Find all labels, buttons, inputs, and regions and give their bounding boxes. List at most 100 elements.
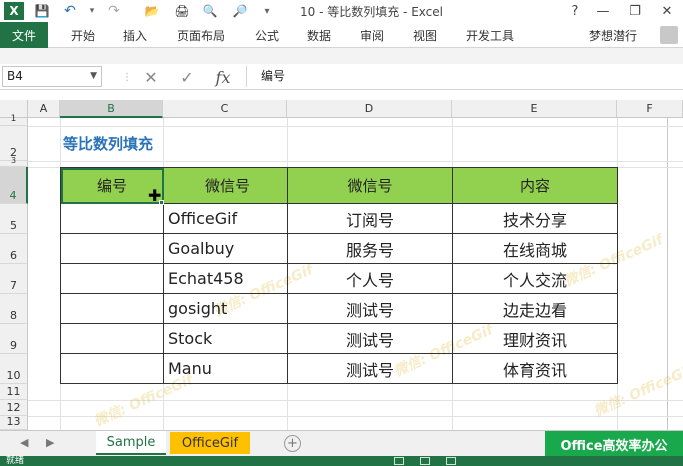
worksheet-grid[interactable]: A B C D E F 1 2 3 4 5 6 7 8 9 10 11 12 1… [0,90,683,430]
table-cell[interactable] [60,203,164,234]
sheet-prev-icon[interactable]: ◀ [20,436,28,449]
gridline [28,161,683,162]
redo-icon[interactable]: ↷ [104,1,124,21]
chevron-down-icon[interactable]: ▼ [90,67,97,86]
restore-button[interactable]: ❐ [620,0,650,22]
window-title: 10 - 等比数列填充 - Excel [300,5,443,19]
table-cell[interactable] [60,233,164,264]
table-header-cell[interactable]: 微信号 [287,167,453,204]
row-header-1[interactable]: 1 [0,114,28,126]
page-layout-view-icon[interactable] [420,457,430,465]
row-header-12[interactable]: 12 [0,400,28,416]
tab-developer[interactable]: 开发工具 [466,22,514,48]
tab-file[interactable]: 文件 [0,22,48,48]
tab-formulas[interactable]: 公式 [255,22,279,48]
undo-dropdown-icon[interactable]: ▾ [86,1,98,21]
row-header-5[interactable]: 5 [0,204,28,234]
table-cell[interactable]: 体育资讯 [452,353,618,384]
name-box-value: B4 [7,69,23,83]
minimize-button[interactable]: — [588,0,618,22]
formula-bar: B4 ▼ ⋮ ✕ ✓ fx 编号 [0,64,683,90]
table-cell[interactable] [60,263,164,294]
table-header-row: 编号 微信号 微信号 内容 [60,167,618,204]
customize-qat-icon[interactable]: ▾ [260,1,274,21]
formula-bar-grip-icon: ⋮ [122,71,132,83]
row-header-8-label: 8 [10,309,17,322]
column-header-f[interactable]: F [617,100,683,118]
table-header-cell[interactable]: 微信号 [163,167,288,204]
normal-view-icon[interactable] [394,457,404,465]
row-header-4-label: 4 [9,189,17,202]
column-header-d[interactable]: D [287,100,452,118]
table-row: Stock 测试号 理财资讯 [60,323,618,354]
row-header-8[interactable]: 8 [0,294,28,324]
open-icon[interactable]: 📂 [142,1,162,21]
table-cell[interactable]: 技术分享 [452,203,618,234]
table-cell[interactable]: 测试号 [287,323,453,354]
add-sheet-icon[interactable]: + [284,435,301,452]
formula-input[interactable]: 编号 [246,66,681,87]
table-cell[interactable]: 边走边看 [452,293,618,324]
column-header-c[interactable]: C [163,100,287,118]
tab-home[interactable]: 开始 [71,22,95,48]
table-cell[interactable]: gosight [163,293,288,324]
row-header-4[interactable]: 4 [0,167,28,204]
excel-app-icon: X [4,2,24,20]
table-cell[interactable]: 理财资讯 [452,323,618,354]
fill-handle[interactable] [159,200,164,205]
table-cell[interactable]: 服务号 [287,233,453,264]
tab-data[interactable]: 数据 [307,22,331,48]
table-cell[interactable]: Echat458 [163,263,288,294]
sheet-tab-officegif[interactable]: OfficeGif [170,432,250,454]
table-header-cell[interactable]: 内容 [452,167,618,204]
table-cell[interactable]: 测试号 [287,353,453,384]
page-break-view-icon[interactable] [446,457,456,465]
table-cell[interactable] [60,293,164,324]
undo-icon[interactable]: ↶ [60,1,80,21]
help-button[interactable]: ? [560,0,590,22]
insert-function-icon[interactable]: fx [212,68,234,87]
tab-page-layout[interactable]: 页面布局 [177,22,225,48]
tab-view[interactable]: 视图 [413,22,437,48]
sheet-tab-sample[interactable]: Sample [96,431,166,455]
table-cell[interactable]: 订阅号 [287,203,453,234]
user-avatar[interactable] [660,26,678,44]
close-button[interactable]: ✕ [652,0,682,22]
row-header-6[interactable]: 6 [0,234,28,264]
table-cell[interactable]: Manu [163,353,288,384]
status-bar: 就绪 [0,456,683,466]
print-icon[interactable]: 🖨 [172,1,192,21]
print-preview-icon[interactable]: 🔍 [200,1,220,21]
row-header-9[interactable]: 9 [0,324,28,354]
enter-icon[interactable]: ✓ [176,68,198,87]
table-row: Echat458 个人号 个人交流 [60,263,618,294]
name-box[interactable]: B4 ▼ [2,66,102,87]
table-row: Manu 测试号 体育资讯 [60,353,618,384]
zoom-icon[interactable]: 🔎 [230,1,250,21]
table-cell[interactable]: Goalbuy [163,233,288,264]
row-header-13[interactable]: 13 [0,415,28,430]
sheet-next-icon[interactable]: ▶ [46,436,54,449]
tab-insert[interactable]: 插入 [123,22,147,48]
table-row: gosight 测试号 边走边看 [60,293,618,324]
row-header-11[interactable]: 11 [0,384,28,400]
column-header-a[interactable]: A [28,100,60,118]
column-header-e[interactable]: E [452,100,617,118]
cancel-icon[interactable]: ✕ [140,68,162,87]
table-cell[interactable]: Stock [163,323,288,354]
table-cell[interactable]: 个人号 [287,263,453,294]
column-header-b[interactable]: B [60,100,163,118]
table-cell[interactable]: 在线商城 [452,233,618,264]
table-cell[interactable]: OfficeGif [163,203,288,234]
save-icon[interactable]: 💾 [32,1,52,21]
table-row: OfficeGif 订阅号 技术分享 [60,203,618,234]
tab-review[interactable]: 审阅 [360,22,384,48]
row-header-10-label: 10 [6,369,21,382]
row-header-7[interactable]: 7 [0,264,28,294]
table-cell[interactable]: 测试号 [287,293,453,324]
table-cell[interactable] [60,323,164,354]
row-header-10[interactable]: 10 [0,354,28,384]
table-cell[interactable]: 个人交流 [452,263,618,294]
user-name[interactable]: 梦想潜行 [589,27,637,44]
table-cell[interactable] [60,353,164,384]
